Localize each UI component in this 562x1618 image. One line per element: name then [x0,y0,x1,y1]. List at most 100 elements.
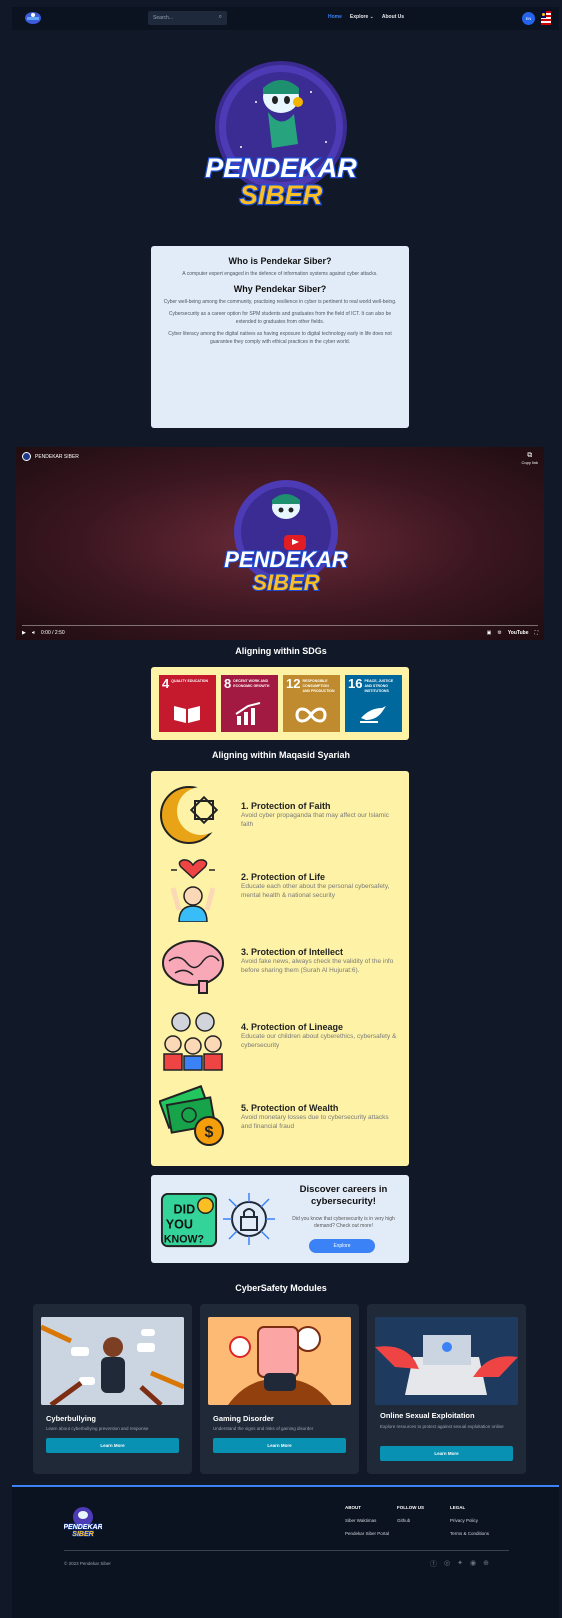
maqasid-title-1: 1. Protection of Faith [241,801,331,811]
footer-heading: FOLLOW US [397,1505,424,1510]
modules-title: CyberSafety Modules [235,1283,327,1293]
twitter-icon[interactable]: ✦ [457,1559,463,1569]
brain-icon [162,940,224,994]
footer-link[interactable]: Pendekar Siber Portal [345,1531,389,1536]
learn-more-button[interactable]: Learn More [213,1438,346,1453]
module-title: Cyberbullying [46,1414,97,1423]
video-progress-bar[interactable] [22,625,538,626]
about-card: Who is Pendekar Siber? A computer expert… [151,246,409,428]
video-controls: ▶ 🔊︎ 0:00 / 2:50 ▣ ⚙ YouTube ⛶ [22,628,538,637]
why-text-1: Cyber well-being among the community, pr… [163,298,397,305]
volume-icon[interactable]: 🔊︎ [32,630,35,636]
channel-avatar [22,452,31,461]
nav-home[interactable]: Home [328,14,342,20]
footer-link[interactable]: Terms & Conditions [450,1531,489,1536]
sdg-goal-8: 8 DECENT WORK AND ECONOMIC GROWTH [221,675,278,732]
footer-divider [64,1550,509,1551]
footer-link[interactable]: Siber Waktimas [345,1518,389,1523]
play-small-icon[interactable]: ▶ [22,630,26,636]
instagram-icon[interactable]: ◎ [444,1559,450,1569]
sdg-box: 4 QUALITY EDUCATION 8 DECENT WORK AND EC… [151,667,409,740]
fullscreen-icon[interactable]: ⛶ [534,630,538,636]
search-icon[interactable]: ⌕ [219,14,222,21]
module-card-exploitation: Online Sexual Exploitation Explore resou… [367,1304,526,1474]
video-logo-text-2: SIBER [252,570,319,595]
footer-heading: ABOUT [345,1505,361,1510]
search-input[interactable]: Search... ⌕ [148,11,227,25]
footer-col-legal: LEGAL Privacy Policy Terms & Conditions [450,1505,489,1544]
copyright: © 2023 Pendekar Siber [64,1561,111,1566]
footer-link[interactable]: Privacy Policy [450,1518,489,1523]
maqasid-title-2: 2. Protection of Life [241,872,326,882]
github-icon[interactable]: ◉ [470,1559,476,1569]
maqasid-title-5: 5. Protection of Wealth [241,1103,339,1113]
cyberbullying-image [41,1317,184,1405]
navbar: Search... ⌕ Home Explore ⌄ About Us EN [12,7,559,30]
nav-explore[interactable]: Explore ⌄ [350,14,374,20]
maqasid-title-4: 4. Protection of Lineage [241,1022,344,1032]
money-icon: $ [159,1085,224,1146]
module-desc: Explore resources to protect against sex… [380,1424,504,1429]
sdg-goal-16: 16 PEACE, JUSTICE AND STRONG INSTITUTION… [345,675,402,732]
sdg-label: DECENT WORK AND ECONOMIC GROWTH [233,679,270,688]
facebook-icon[interactable]: ⓕ [430,1559,437,1569]
footer-logo[interactable]: PENDEKAR SIBER [64,1505,102,1537]
site-logo-icon[interactable] [25,11,41,25]
nav-explore-label: Explore [349,14,369,20]
language-button[interactable]: EN [522,12,535,25]
learn-more-button[interactable]: Learn More [380,1446,513,1461]
hero-logo-text-1: PENDEKAR [205,153,357,183]
exploitation-illustration [375,1317,518,1405]
family-icon [163,1012,223,1071]
maqasid-desc-5: Avoid monetary losses due to cybersecuri… [241,1114,389,1130]
sdg-num: 12 [286,676,301,691]
dribbble-icon[interactable]: ⊕ [483,1559,489,1569]
video-player[interactable]: PENDEKAR SIBER ⧉ Copy link PENDEKAR SIBE… [16,447,544,640]
book-icon [174,706,200,723]
growth-chart-icon [235,702,261,725]
chevron-down-icon: ⌄ [369,14,374,20]
career-card: DID YOU KNOW? Discover careers in cybers… [151,1175,409,1263]
video-time: 0:00 / 2:50 [41,629,65,636]
settings-icon[interactable]: ⚙ [497,630,501,636]
security-lock-icon [223,1193,275,1245]
footer-col-follow: FOLLOW US Github [397,1505,424,1531]
exploitation-image [375,1317,518,1405]
social-links: ⓕ ◎ ✦ ◉ ⊕ [430,1559,489,1569]
footer-link[interactable]: Github [397,1518,424,1523]
did-you-know-badge: DID YOU KNOW? [160,1192,218,1248]
maqasid-desc-1: Avoid cyber propaganda that may affect o… [241,812,389,828]
play-icon[interactable] [284,535,306,550]
maqasid-title-3: 3. Protection of Intellect [241,947,344,957]
sdg-label: PEACE, JUSTICE AND STRONG INSTITUTIONS [364,679,394,693]
why-text-3: Cyber literacy among the digital natives… [168,331,392,345]
sdg-num: 16 [348,676,363,691]
who-title: Who is Pendekar Siber? [228,256,332,266]
maqasid-title: Aligning within Maqasid Syariah [211,750,350,760]
video-channel[interactable]: PENDEKAR SIBER [22,452,79,461]
pendekar-siber-hero-logo: PENDEKAR SIBER [204,61,359,211]
svg-text:KNOW?: KNOW? [164,1233,204,1245]
footer-logo-text-1: PENDEKAR [64,1524,102,1531]
maqasid-desc-4: Educate our children about cyberethics, … [241,1033,397,1049]
youtube-logo[interactable]: YouTube [508,630,529,636]
cyberbullying-illustration [41,1317,184,1405]
nav-about[interactable]: About Us [382,14,404,20]
module-desc: Learn about cyberbullying prevention and… [46,1426,149,1431]
sdg-goal-12: 12 RESPONSIBLE CONSUMPTION AND PRODUCTIO… [283,675,340,732]
subtitles-icon[interactable]: ▣ [487,630,492,636]
career-desc: Did you know that cybersecurity is in ve… [292,1216,395,1229]
infinity-icon [295,707,327,723]
copy-link-button[interactable]: ⧉ Copy link [522,452,538,465]
explore-careers-button[interactable]: Explore [309,1239,375,1253]
footer-logo-text-2: SIBER [72,1531,93,1537]
module-card-cyberbullying: Cyberbullying Learn about cyberbullying … [33,1304,192,1474]
search-placeholder: Search... [153,15,174,21]
flag-icon[interactable] [541,11,551,25]
learn-more-button[interactable]: Learn More [46,1438,179,1453]
svg-text:DID: DID [174,1202,196,1216]
footer: PENDEKAR SIBER ABOUT Siber Waktimas Pend… [12,1485,559,1618]
heart-person-icon [170,859,216,922]
video-logo-text-1: PENDEKAR [224,547,348,572]
why-text-2: Cybersecurity as a career option for SPM… [168,311,392,325]
